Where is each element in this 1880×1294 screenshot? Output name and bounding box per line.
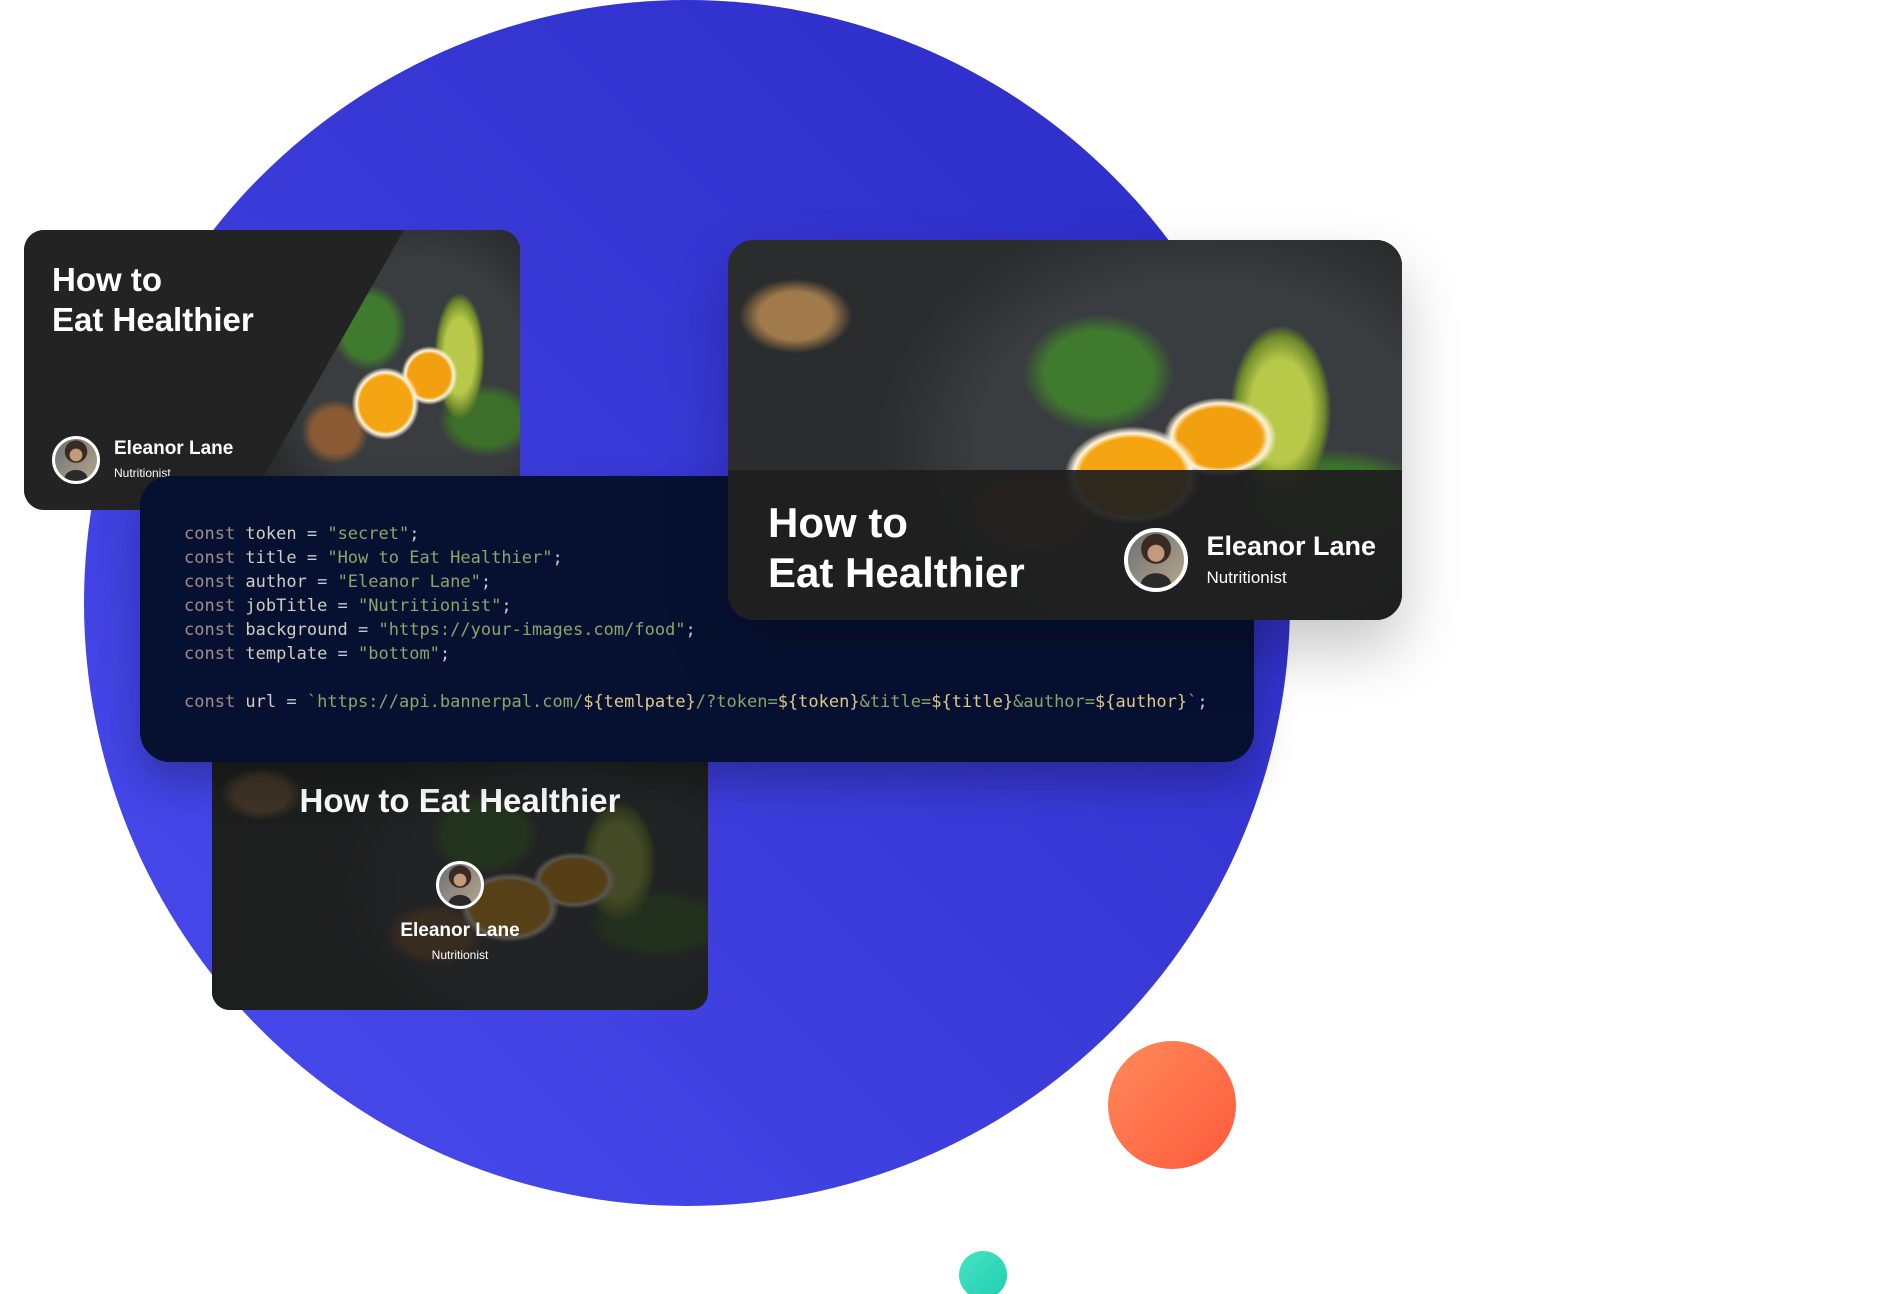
code-line: const template = "bottom";: [184, 642, 1208, 666]
code-line: const background = "https://your-images.…: [184, 618, 1208, 642]
code-token: token: [245, 524, 297, 544]
banner-preview-left: How to Eat Healthier Eleanor Lane Nutrit…: [24, 230, 520, 510]
author-name: Eleanor Lane: [114, 438, 234, 459]
avatar: [1124, 528, 1189, 592]
code-token: &author=: [1013, 692, 1096, 712]
code-token: author: [245, 572, 307, 592]
code-token: const: [184, 644, 246, 664]
title-line-1: How to: [52, 261, 162, 298]
code-token: ${token}: [777, 692, 860, 712]
title-line-1: How to: [768, 499, 908, 546]
code-token: title: [245, 548, 297, 568]
title-line-2: Eat Healthier: [768, 549, 1025, 596]
code-token: ;: [439, 644, 451, 664]
code-token: const: [184, 572, 246, 592]
code-token: ;: [552, 548, 563, 568]
author-block: Eleanor Lane Nutritionist: [1124, 528, 1376, 592]
code-token: "How to Eat Healthier": [327, 548, 553, 568]
code-token: =: [327, 596, 359, 616]
code-line: const url = `https://api.bannerpal.com/$…: [184, 690, 1208, 714]
code-token: url: [245, 692, 277, 712]
code-token: const: [184, 596, 246, 616]
code-token: =: [327, 644, 359, 664]
code-token: const: [184, 692, 246, 712]
code-token: =: [296, 548, 328, 568]
marketing-hero: How to Eat Healthier Eleanor Lane Nutrit…: [0, 0, 1880, 1294]
title-line-2: Eat Healthier: [52, 301, 254, 338]
code-token: ;: [501, 596, 512, 616]
code-token: "secret": [327, 524, 410, 544]
avatar: [436, 861, 484, 909]
author-name: Eleanor Lane: [1206, 531, 1376, 561]
code-token: ${title}: [931, 692, 1014, 712]
code-token: "Eleanor Lane": [337, 572, 481, 592]
teal-decorative-dot: [959, 1251, 1007, 1294]
banner-title: How to Eat Healthier: [768, 498, 1068, 598]
banner-preview-right: How to Eat Healthier Eleanor Lane Nutrit…: [728, 240, 1402, 620]
code-token: template: [245, 644, 328, 664]
code-token: =: [347, 620, 379, 640]
code-token: ${temlpate}: [583, 692, 696, 712]
banner-title: How to Eat Healthier: [52, 260, 312, 340]
code-token: ;: [409, 524, 420, 544]
orange-decorative-dot: [1108, 1041, 1236, 1169]
code-token: "https://your-images.com/food": [378, 620, 686, 640]
code-token: const: [184, 548, 246, 568]
code-token: &title=: [859, 692, 932, 712]
code-token: jobTitle: [245, 596, 328, 616]
code-token: "Nutritionist": [358, 596, 502, 616]
banner-preview-bottom: How to Eat Healthier Eleanor Lane Nutrit…: [212, 740, 708, 1010]
code-token: ${author}: [1095, 692, 1188, 712]
code-token: =: [276, 692, 307, 712]
author-name: Eleanor Lane: [400, 920, 520, 941]
code-token: /?token=: [695, 692, 778, 712]
banner-title: How to Eat Healthier: [299, 782, 621, 819]
code-token: =: [296, 524, 328, 544]
author-job-title: Nutritionist: [431, 948, 489, 962]
code-token: "bottom": [358, 644, 440, 664]
author-job-title: Nutritionist: [1206, 568, 1287, 587]
code-token: background: [245, 620, 348, 640]
code-token: `: [1187, 692, 1198, 712]
code-token: =: [306, 572, 338, 592]
avatar: [52, 436, 100, 484]
code-token: ;: [1197, 692, 1208, 712]
code-token: ;: [685, 620, 696, 640]
code-token: const: [184, 620, 246, 640]
code-token: ;: [480, 572, 492, 592]
code-token: const: [184, 524, 246, 544]
code-token: `https://api.bannerpal.com/: [306, 692, 584, 712]
